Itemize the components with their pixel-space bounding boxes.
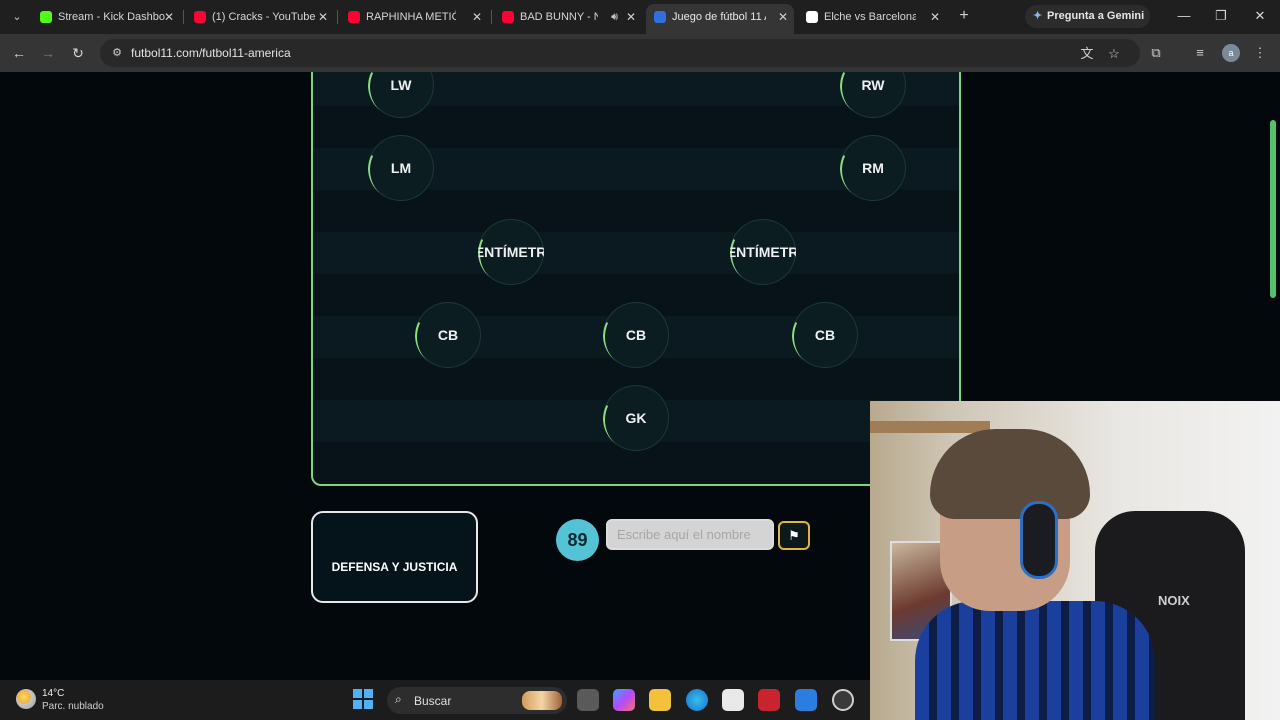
webcam-overlay: NOIX [870,401,1280,720]
tab-title: Elche vs Barcelona - [824,11,916,23]
window-close-icon[interactable]: ✕ [1250,8,1270,24]
streamer-shirt [915,601,1155,720]
chrome-icon[interactable] [832,689,854,711]
restore-icon[interactable]: ❐ [1211,8,1231,24]
tab-bad-bunny[interactable]: BAD BUNNY - NA 🔊︎ ✕ [494,4,642,30]
position-cm-left[interactable]: CENTÍMETRO [478,219,544,285]
file-explorer-icon[interactable] [649,689,671,711]
position-label: RM [862,160,884,176]
taskbar-search[interactable]: ⌕ Buscar [387,687,567,714]
tab-search-chevron-icon[interactable]: ⌄ [6,6,28,28]
give-up-flag-button[interactable]: ⚑ [778,521,810,550]
address-bar[interactable]: ⚙ futbol11.com/futbol11-america 文 ☆ [100,39,1140,67]
position-lm[interactable]: LM [368,135,434,201]
position-cb-left[interactable]: CB [415,302,481,368]
tab-kick[interactable]: Stream - Kick Dashbo ✕ [32,4,180,30]
position-gk[interactable]: GK [603,385,669,451]
position-label: CB [814,327,836,343]
close-icon[interactable]: ✕ [778,4,788,30]
team-clue-card: DEFENSA Y JUSTICIA [311,511,478,603]
tab-title: RAPHINHA METIÓ D [366,11,456,23]
position-cb-right[interactable]: CB [792,302,858,368]
tab-strip: ⌄ Stream - Kick Dashbo ✕ (1) Cracks - Yo… [0,0,1280,34]
close-icon[interactable]: ✕ [930,4,940,30]
futbol11-icon [654,11,666,23]
close-icon[interactable]: ✕ [626,4,636,30]
search-placeholder: Buscar [414,694,452,708]
position-cm-right[interactable]: CENTÍMETRO [730,219,796,285]
browser-toolbar: ← → ↻ ⚙ futbol11.com/futbol11-america 文 … [0,34,1280,72]
position-label: CENTÍMETRO [478,244,544,260]
weather-icon[interactable] [16,689,36,709]
position-label: LW [390,77,412,93]
close-icon[interactable]: ✕ [164,4,174,30]
kick-icon [40,11,52,23]
search-highlight-image [522,691,562,710]
tab-title: Juego de fútbol 11 A [672,11,766,23]
copilot-icon[interactable] [613,689,635,711]
guess-counter: 89 [556,519,599,561]
task-view-icon[interactable] [577,689,599,711]
taskbar: 14°C Parc. nublado ⌕ Buscar [0,680,870,720]
profile-avatar[interactable]: a [1222,44,1240,62]
tab-title: BAD BUNNY - NA [520,11,598,23]
position-lw[interactable]: LW [368,72,434,118]
url-text: futbol11.com/futbol11-america [131,46,291,60]
position-rm[interactable]: RM [840,135,906,201]
counter-value: 89 [567,529,588,550]
tab-elche-barcelona[interactable]: Elche vs Barcelona - ✕ [798,4,946,30]
player-name-input[interactable] [606,519,774,550]
store-icon[interactable] [722,689,744,711]
position-cb-center[interactable]: CB [603,302,669,368]
position-label: CB [625,327,647,343]
close-icon[interactable]: ✕ [472,4,482,30]
youtube-icon [502,11,514,23]
tab-title: Stream - Kick Dashbo [58,11,165,23]
position-label: CB [437,327,459,343]
close-icon[interactable]: ✕ [318,4,328,30]
position-rw[interactable]: RW [840,72,906,118]
team-name: DEFENSA Y JUSTICIA [331,560,458,574]
outlook-icon[interactable] [795,689,817,711]
weather-temperature[interactable]: 14°C [42,688,64,699]
tab-raphinha[interactable]: RAPHINHA METIÓ D ✕ [340,4,488,30]
weather-description[interactable]: Parc. nublado [42,701,104,712]
windows-start-icon[interactable] [353,689,373,709]
translate-icon[interactable]: 文 [1079,46,1095,62]
ask-gemini-button[interactable]: ✦ Pregunta a Gemini [1025,5,1150,28]
extensions-icon[interactable]: ⧉ [1147,44,1165,62]
tab-futbol11[interactable]: Juego de fútbol 11 A ✕ [646,4,794,34]
position-label: GK [625,410,647,426]
edge-icon[interactable] [686,689,708,711]
chair-logo: NOIX [1158,593,1190,608]
gemini-label: Pregunta a Gemini [1047,10,1145,22]
back-arrow-icon[interactable]: ← [10,44,28,62]
site-info-icon[interactable]: ⚙ [110,46,124,60]
youtube-icon [348,11,360,23]
position-label: CENTÍMETRO [730,244,796,260]
youtube-icon [194,11,206,23]
reload-icon[interactable]: ↻ [69,44,87,62]
site-icon [806,11,818,23]
headset [1020,501,1058,579]
position-label: RW [861,77,885,93]
tab-title: (1) Cracks - YouTube [212,11,316,23]
mcafee-icon[interactable] [758,689,780,711]
minimize-icon[interactable]: — [1174,8,1194,23]
speaker-icon[interactable]: 🔊︎ [611,4,618,30]
bookmark-star-icon[interactable]: ☆ [1106,46,1122,62]
position-label: LM [390,160,412,176]
menu-icon[interactable]: ⋮ [1251,44,1269,62]
football-pitch: LW RW LM RM CENTÍMETRO CENTÍMETRO CB CB … [311,72,961,486]
shelf [870,421,990,433]
scrollbar-thumb[interactable] [1270,120,1276,298]
forward-arrow-icon[interactable]: → [39,44,57,62]
media-control-icon[interactable]: ≡ [1191,44,1209,62]
tab-youtube-cracks[interactable]: (1) Cracks - YouTube ✕ [186,4,334,30]
new-tab-button[interactable]: + [955,6,973,26]
search-icon: ⌕ [395,692,402,706]
gemini-icon: ✦ [1033,10,1043,22]
